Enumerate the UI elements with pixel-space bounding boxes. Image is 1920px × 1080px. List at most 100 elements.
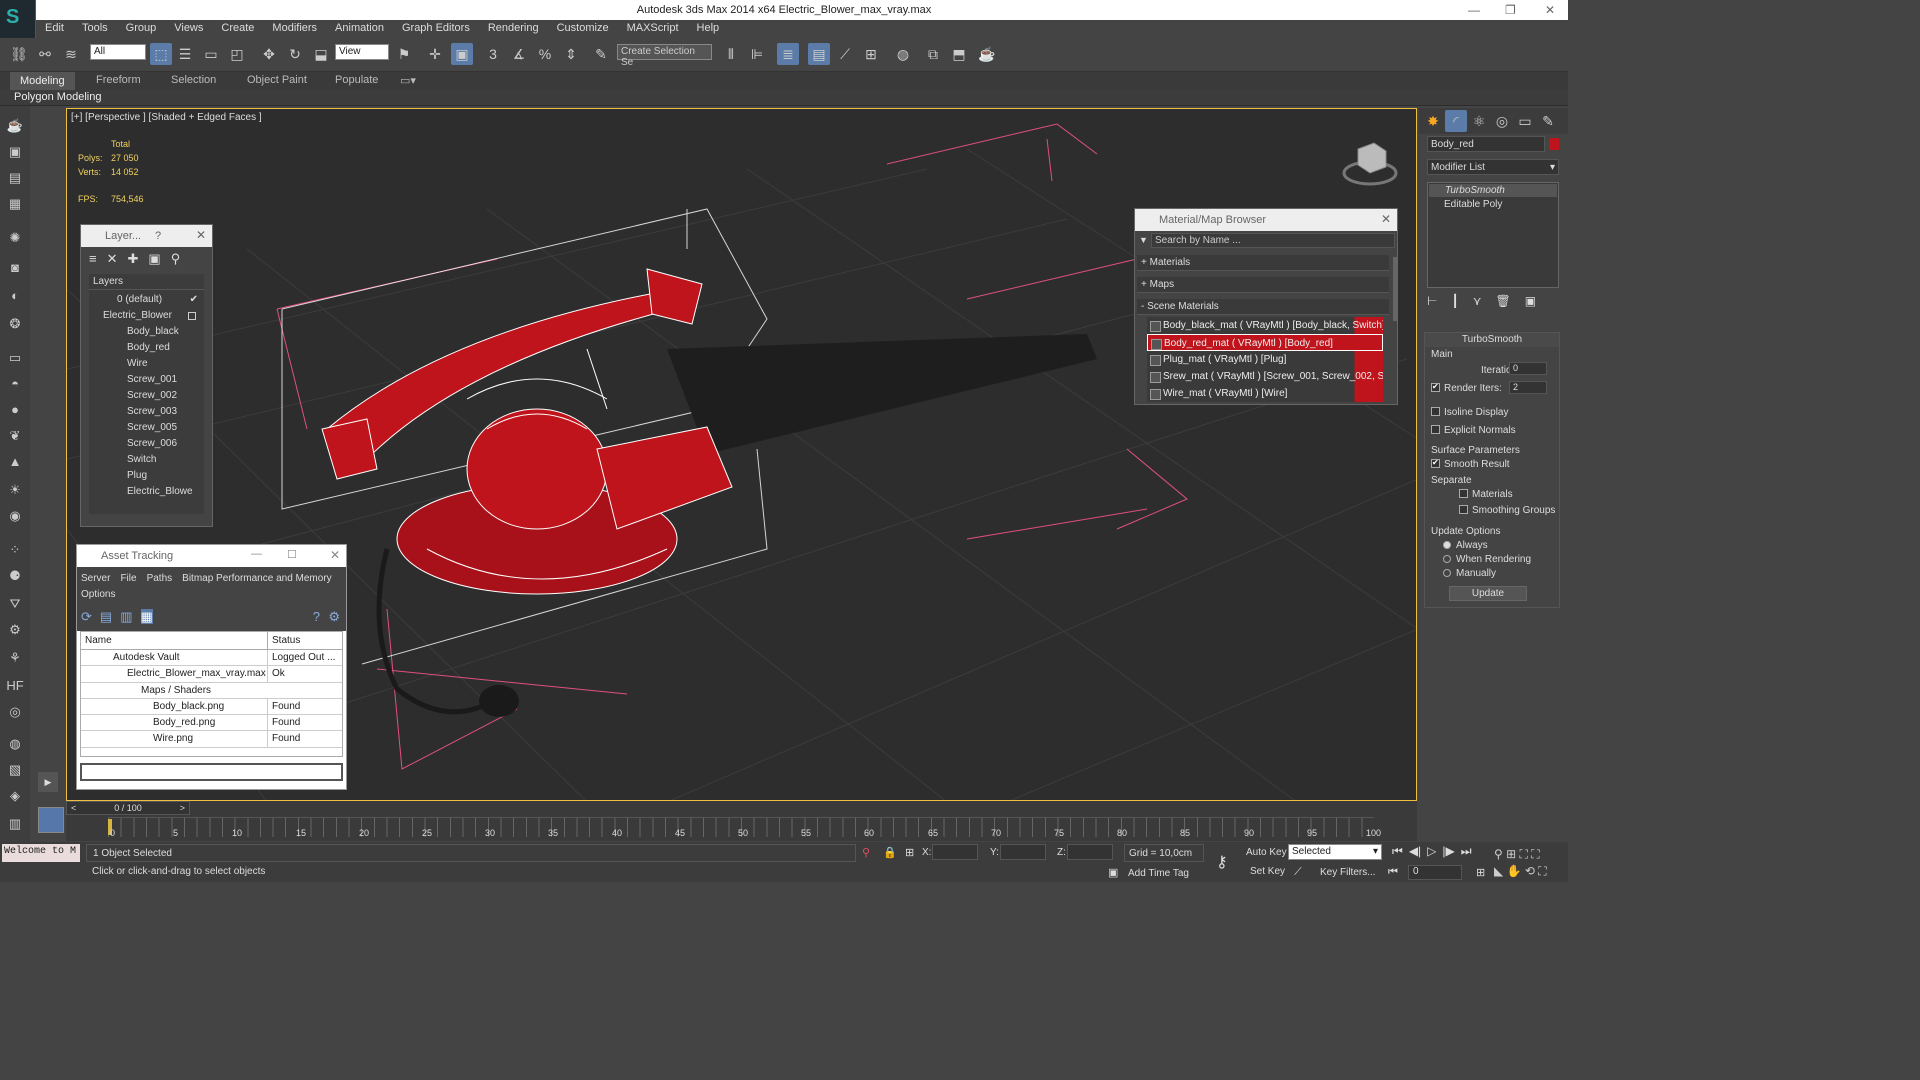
prev-key-icon[interactable]: ◀| [1409, 844, 1421, 858]
layer-filter-icon[interactable]: ⚲ [171, 251, 181, 266]
schematic-view-icon[interactable]: ⊞ [860, 43, 882, 65]
pan-icon[interactable]: ✋ [1507, 864, 1522, 878]
maxscript-listener[interactable]: Welcome to M [2, 844, 80, 862]
rotate-icon[interactable]: ↻ [284, 43, 306, 65]
close-icon[interactable]: ✕ [330, 548, 340, 562]
table-row[interactable]: Body_black.png Found [81, 698, 342, 716]
goto-start-icon[interactable]: ⏮ [1392, 844, 1403, 858]
lock-icon[interactable]: 🔒 [883, 846, 897, 859]
menu-edit[interactable]: Edit [36, 20, 73, 36]
stack-item-editable-poly[interactable]: Editable Poly [1428, 198, 1558, 211]
graphite-toggle-icon[interactable]: ▤ [808, 43, 830, 65]
search-options-icon[interactable]: ▼ [1139, 235, 1148, 245]
play-icon[interactable]: ▷ [1427, 844, 1436, 858]
menu-group[interactable]: Group [117, 20, 166, 36]
light-icon[interactable]: ✺ [5, 228, 25, 248]
bind-space-warp-icon[interactable]: ≋ [60, 43, 82, 65]
space-warp-icon[interactable]: ❂ [5, 314, 25, 334]
polygon-modeling-panel[interactable]: Polygon Modeling [0, 90, 1568, 106]
layer-visibility-icon[interactable] [188, 312, 196, 320]
layer-item[interactable]: Screw_005 [89, 420, 204, 436]
add-time-tag[interactable]: Add Time Tag [1128, 868, 1189, 879]
select-manipulate-icon[interactable]: ✛ [424, 43, 446, 65]
list-view-icon[interactable]: ▤ [100, 609, 112, 624]
layer-item[interactable]: Body_black [89, 324, 204, 340]
rollout-title[interactable]: TurboSmooth [1425, 333, 1559, 347]
smoothing-groups-checkbox[interactable]: Smoothing Groups [1459, 505, 1555, 516]
scrollbar[interactable] [1393, 257, 1397, 321]
keyboard-shortcut-override-icon[interactable]: ▣ [451, 43, 473, 65]
time-config-icon[interactable]: ⊞ [1476, 866, 1485, 879]
column-status[interactable]: Status [267, 632, 300, 650]
when-rendering-radio[interactable]: When Rendering [1443, 554, 1531, 565]
menu-paths[interactable]: Paths [147, 573, 173, 584]
maximize-viewport-icon[interactable]: ⛶ [1531, 847, 1539, 861]
z-coordinate-field[interactable] [1067, 844, 1113, 860]
utilities-tab-icon[interactable]: ✎ [1537, 110, 1559, 132]
absolute-mode-icon[interactable]: ⊞ [905, 846, 914, 859]
set-key-icon[interactable]: ⟋ [1294, 866, 1302, 879]
show-end-result-icon[interactable]: ┃ [1451, 294, 1458, 308]
hierarchy-tab-icon[interactable]: ⚛ [1468, 110, 1490, 132]
table-view-icon[interactable]: ▥ [120, 609, 132, 624]
tab-modeling[interactable]: Modeling [10, 72, 75, 90]
layer-item[interactable]: Switch [89, 452, 204, 468]
table-row[interactable]: Electric_Blower_max_vray.max Ok [81, 666, 342, 683]
layer-sort-icon[interactable]: ≡ [89, 251, 97, 266]
tab-object-paint[interactable]: Object Paint [247, 74, 307, 86]
menu-server[interactable]: Server [81, 573, 110, 584]
menu-modifiers[interactable]: Modifiers [263, 20, 326, 36]
material-editor-icon[interactable]: ◍ [892, 43, 914, 65]
stack-item-turbosmooth[interactable]: TurboSmooth [1429, 184, 1557, 197]
refresh-icon[interactable]: ⟳ [81, 609, 92, 624]
app-logo-button[interactable]: S [0, 0, 36, 38]
set-key-button[interactable]: Set Key [1250, 866, 1285, 877]
box-icon[interactable]: ▭ [5, 348, 25, 368]
maximize-toggle-icon[interactable]: ⛶ [1538, 864, 1546, 878]
remove-modifier-icon[interactable]: 🗑 [1495, 294, 1510, 308]
asset-tracking-title[interactable]: Asset Tracking — ☐ ✕ [77, 545, 346, 567]
key-filters-button[interactable]: Key Filters... [1320, 867, 1376, 878]
layer-item[interactable]: Wire [89, 356, 204, 372]
camera-icon[interactable]: ◙ [5, 258, 25, 278]
list-item[interactable]: Wire_mat ( VRayMtl ) [Wire] [1147, 385, 1383, 402]
percent-snap-icon[interactable]: % [534, 43, 556, 65]
configure-sets-icon[interactable]: ▣ [1525, 294, 1536, 308]
section-scene-materials[interactable]: - Scene Materials [1137, 299, 1389, 315]
maximize-icon[interactable]: ☐ [287, 548, 297, 561]
section-maps[interactable]: + Maps [1137, 277, 1389, 293]
snaps-toggle-icon[interactable]: 3 [482, 43, 504, 65]
current-frame-field[interactable]: 0 [1408, 865, 1462, 880]
settings-icon[interactable]: ⚙ [328, 609, 340, 625]
grid-view-icon[interactable]: ▦ [140, 609, 153, 624]
tab-populate[interactable]: Populate [335, 74, 378, 86]
teapot-icon[interactable]: ☕ [5, 116, 25, 136]
menu-graph-editors[interactable]: Graph Editors [393, 20, 479, 36]
close-icon[interactable]: ✕ [196, 228, 206, 242]
asset-path-field[interactable] [80, 763, 343, 781]
layer-item[interactable]: Screw_003 [89, 404, 204, 420]
dynamics-icon[interactable]: ⚈ [5, 566, 25, 586]
trash-icon[interactable]: ▥ [5, 814, 25, 834]
material-browser-title[interactable]: Material/Map Browser ✕ [1135, 209, 1397, 231]
render-setup-icon[interactable]: ⧉ [922, 43, 944, 65]
sun-icon[interactable]: ☀ [5, 480, 25, 500]
menu-create[interactable]: Create [212, 20, 263, 36]
render-preview-icon[interactable]: ◈ [5, 786, 25, 806]
zoom-extents-icon[interactable]: ⛶ [1520, 847, 1528, 861]
cloth-icon[interactable]: ◎ [5, 702, 25, 722]
sphere-icon[interactable]: ● [5, 400, 25, 420]
list-item[interactable]: Plug_mat ( VRayMtl ) [Plug] [1147, 351, 1383, 368]
x-coordinate-field[interactable] [932, 844, 978, 860]
material-search-input[interactable]: Search by Name ... [1151, 233, 1395, 248]
render-iters-spinner[interactable]: 2 [1509, 381, 1547, 394]
plant-icon[interactable]: ❦ [5, 426, 25, 446]
table-row[interactable]: Wire.png Found [81, 731, 342, 748]
hemisphere-icon[interactable]: ◓ [5, 374, 25, 394]
manually-radio[interactable]: Manually [1443, 568, 1496, 579]
time-tag-icon[interactable]: ▣ [1108, 866, 1118, 879]
render-iters-checkbox[interactable]: Render Iters: [1431, 383, 1502, 394]
menu-customize[interactable]: Customize [548, 20, 618, 36]
layer-item[interactable]: Electric_Blowe [89, 484, 204, 500]
key-selection-dropdown[interactable]: Selected ▾ [1288, 844, 1382, 860]
